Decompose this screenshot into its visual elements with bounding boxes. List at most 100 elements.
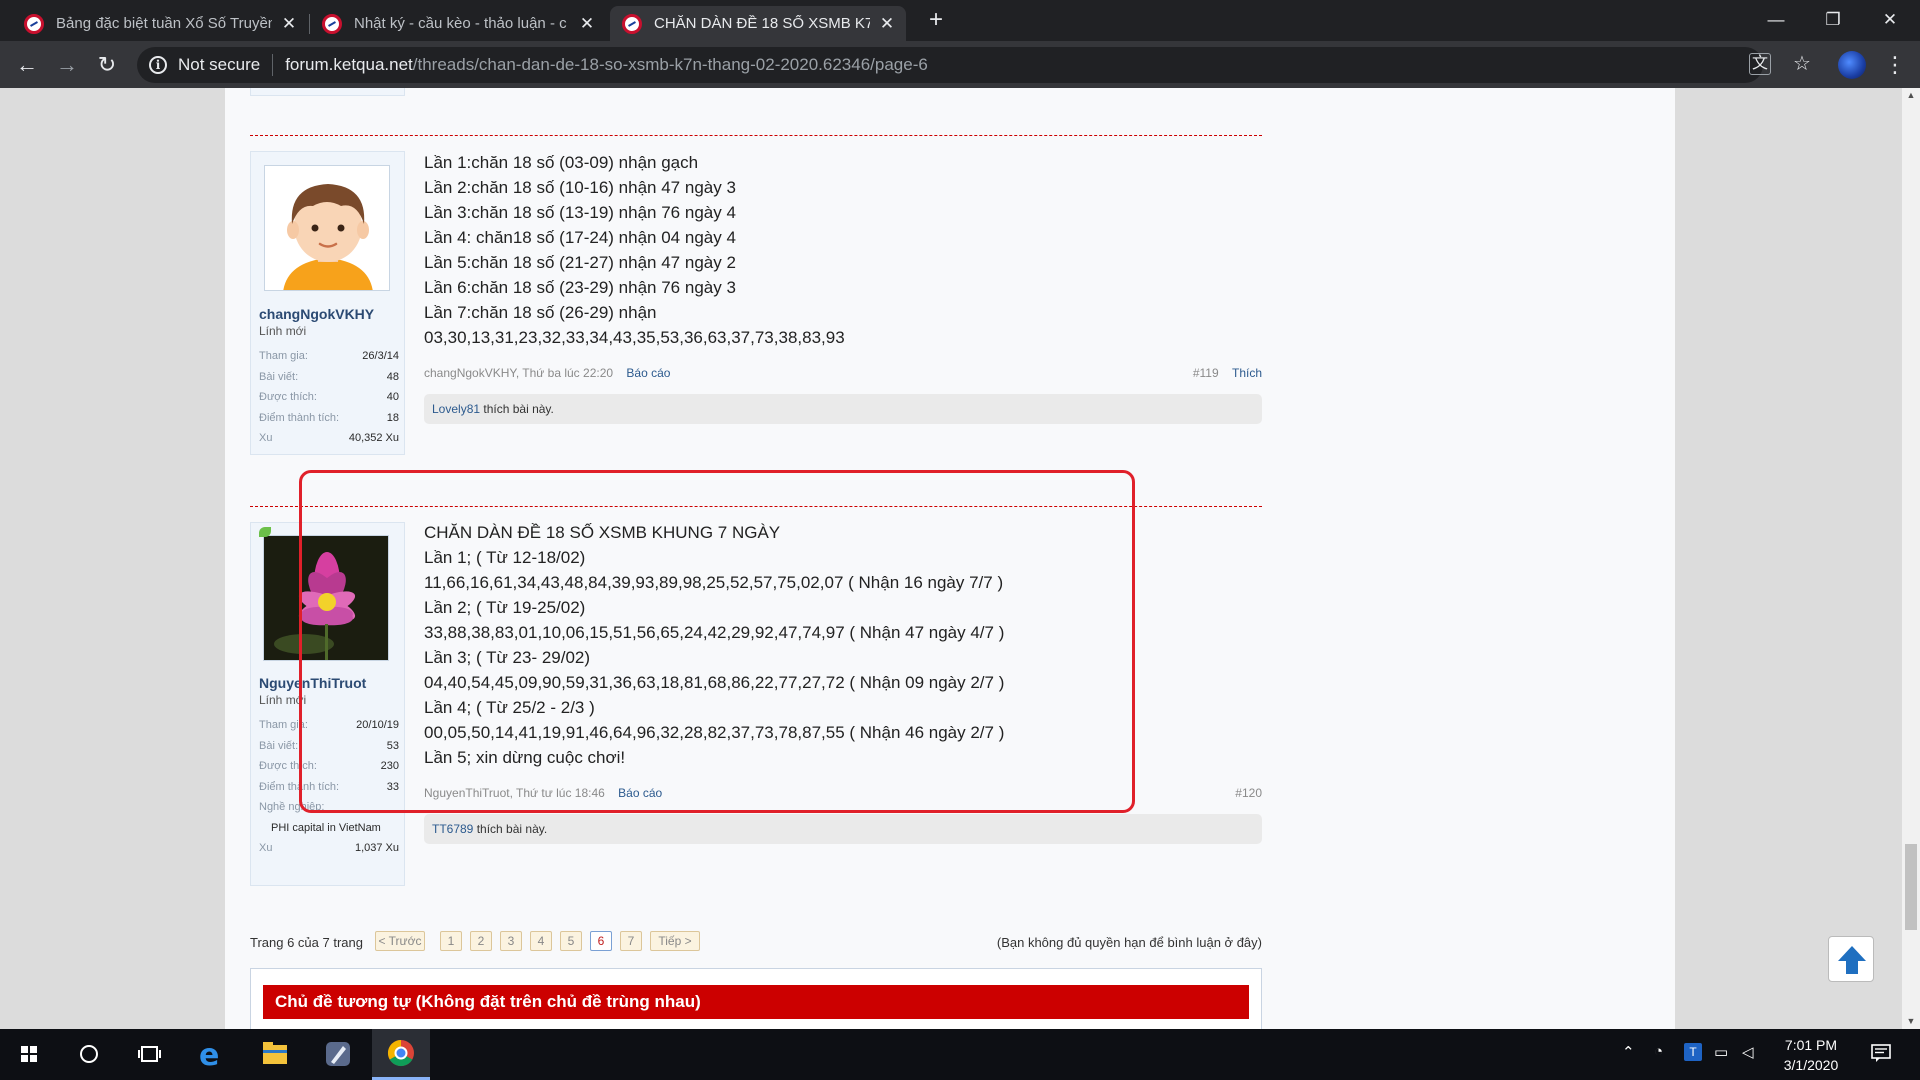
scroll-up-icon[interactable]: ▲ bbox=[1902, 90, 1920, 100]
notifications-icon[interactable] bbox=[1870, 1042, 1892, 1068]
prev-page-button[interactable]: < Trước bbox=[375, 931, 425, 951]
task-view-icon[interactable] bbox=[120, 1029, 178, 1080]
star-icon[interactable]: ☆ bbox=[1789, 51, 1815, 77]
stat-label: Điểm thành tích: bbox=[259, 411, 340, 424]
translate-icon[interactable]: 文 bbox=[1749, 53, 1771, 75]
post-author-time[interactable]: changNgokVKHY, Thứ ba lúc 22:20 bbox=[424, 366, 613, 380]
menu-icon[interactable]: ⋮ bbox=[1884, 51, 1906, 79]
user-title: Lính mới bbox=[259, 693, 307, 707]
tab-title: Nhật ký - cầu kèo - thảo luận - c bbox=[354, 15, 567, 32]
avatar[interactable] bbox=[264, 165, 390, 291]
stat-row: Nghề nghiệp: bbox=[259, 798, 399, 819]
stat-value: 20/10/19 bbox=[356, 719, 399, 731]
maximize-button[interactable]: ❐ bbox=[1805, 0, 1861, 40]
permission-note: (Bạn không đủ quyền hạn để bình luận ở đ… bbox=[996, 935, 1262, 950]
page-button[interactable]: 3 bbox=[500, 931, 522, 951]
stat-label: Bài viết: bbox=[259, 739, 299, 752]
chrome-icon[interactable] bbox=[372, 1029, 430, 1080]
search-icon bbox=[80, 1045, 98, 1063]
current-page-button[interactable]: 6 bbox=[590, 931, 612, 951]
post-meta: NguyenThiTruot, Thứ tư lúc 18:46 Báo cáo… bbox=[424, 786, 1262, 800]
edge-icon[interactable]: e bbox=[183, 1029, 241, 1080]
clock-date: 3/1/2020 bbox=[1783, 1057, 1839, 1073]
liker-link[interactable]: TT6789 bbox=[432, 822, 473, 836]
tray-chevron-icon[interactable]: ⌃ bbox=[1622, 1043, 1635, 1061]
user-name-link[interactable]: NguyenThiTruot bbox=[259, 675, 366, 691]
battery-icon[interactable]: ▭ bbox=[1714, 1043, 1728, 1061]
stat-value: 230 bbox=[380, 760, 399, 772]
volume-icon[interactable]: ◁ bbox=[1742, 1043, 1754, 1061]
stat-row: Bài viết: 53 bbox=[259, 737, 399, 758]
post-line: 04,40,54,45,09,90,59,31,36,63,18,81,68,8… bbox=[424, 673, 1005, 692]
page-count-label: Trang 6 của 7 trang bbox=[250, 935, 363, 950]
info-icon[interactable]: i bbox=[149, 56, 167, 74]
liker-link[interactable]: Lovely81 bbox=[432, 402, 480, 416]
stat-row: PHI capital in VietNam bbox=[259, 819, 399, 840]
security-status[interactable]: Not secure bbox=[178, 55, 260, 75]
reload-button[interactable]: ↻ bbox=[91, 49, 123, 81]
search-circle-icon[interactable] bbox=[60, 1029, 118, 1080]
post-meta-right: #119 Thích bbox=[1193, 366, 1262, 380]
post-line: 03,30,13,31,23,32,33,34,43,35,53,36,63,3… bbox=[424, 328, 845, 347]
lotus-avatar-icon bbox=[264, 536, 388, 660]
post-line: Lần 1:chăn 18 số (03-09) nhận gạch bbox=[424, 153, 699, 172]
post-meta: changNgokVKHY, Thứ ba lúc 22:20 Báo cáo … bbox=[424, 366, 1262, 380]
report-link[interactable]: Báo cáo bbox=[618, 786, 662, 800]
app-icon[interactable] bbox=[309, 1029, 367, 1080]
back-to-top-button[interactable] bbox=[1828, 936, 1874, 982]
user-info-panel: changNgokVKHY Lính mới Tham gia: 26/3/14 … bbox=[250, 151, 405, 455]
address-bar[interactable]: i Not secure forum.ketqua.net/threads/ch… bbox=[137, 47, 1763, 83]
report-link[interactable]: Báo cáo bbox=[626, 366, 670, 380]
page-button[interactable]: 5 bbox=[560, 931, 582, 951]
next-page-button[interactable]: Tiếp > bbox=[650, 931, 700, 951]
tab-close-icon[interactable]: ✕ bbox=[578, 14, 596, 34]
tab-2-active[interactable]: CHĂN DÀN ĐỀ 18 SỐ XSMB K7N ✕ bbox=[610, 6, 906, 41]
post-number[interactable]: #119 bbox=[1193, 366, 1219, 380]
minimize-button[interactable]: — bbox=[1748, 0, 1804, 40]
post-number[interactable]: #120 bbox=[1235, 786, 1262, 800]
windows-start-icon[interactable] bbox=[0, 1029, 58, 1080]
tray-app-icon[interactable]: T bbox=[1684, 1043, 1702, 1061]
stat-row: Xu 40,352 Xu bbox=[259, 429, 399, 450]
tab-close-icon[interactable]: ✕ bbox=[280, 14, 298, 34]
forward-button[interactable]: → bbox=[51, 49, 83, 81]
userbox-remnant bbox=[250, 88, 405, 96]
page-button[interactable]: 2 bbox=[470, 931, 492, 951]
like-link[interactable]: Thích bbox=[1232, 366, 1262, 380]
browser-toolbar: ← → ↻ i Not secure forum.ketqua.net/thre… bbox=[0, 41, 1920, 88]
stat-value: 48 bbox=[386, 370, 399, 383]
post-author-time[interactable]: NguyenThiTruot, Thứ tư lúc 18:46 bbox=[424, 786, 605, 800]
user-stats: Tham gia: 26/3/14 Bài viết: 48 Được thích:… bbox=[259, 347, 399, 450]
likes-text: thích bài này. bbox=[480, 402, 554, 416]
scrollbar-thumb[interactable] bbox=[1905, 844, 1917, 930]
tab-close-icon[interactable]: ✕ bbox=[878, 14, 896, 34]
tab-1[interactable]: Nhật ký - cầu kèo - thảo luận - c ✕ bbox=[310, 6, 606, 41]
scroll-down-icon[interactable]: ▼ bbox=[1902, 1016, 1920, 1026]
file-explorer-icon[interactable] bbox=[246, 1029, 304, 1080]
post-message: CHĂN DÀN ĐỀ 18 SỐ XSMB KHUNG 7 NGÀY Lần … bbox=[424, 520, 1004, 770]
new-tab-button[interactable]: + bbox=[922, 6, 950, 34]
page-button[interactable]: 4 bbox=[530, 931, 552, 951]
network-icon[interactable]: ◔ bbox=[1654, 1043, 1663, 1060]
url-path[interactable]: /threads/chan-dan-de-18-so-xsmb-k7n-than… bbox=[413, 55, 928, 75]
back-button[interactable]: ← bbox=[11, 49, 43, 81]
post-line: Lần 3; ( Từ 23- 29/02) bbox=[424, 648, 591, 667]
page-button[interactable]: 7 bbox=[620, 931, 642, 951]
stat-row: Tham gia: 20/10/19 bbox=[259, 716, 399, 737]
user-info-panel: NguyenThiTruot Lính mới Tham gia: 20/10/1… bbox=[250, 522, 405, 886]
post-line: Lần 2; ( Từ 19-25/02) bbox=[424, 598, 586, 617]
avatar[interactable] bbox=[263, 535, 389, 661]
close-window-button[interactable]: ✕ bbox=[1862, 0, 1918, 40]
page-viewport: changNgokVKHY Lính mới Tham gia: 26/3/14 … bbox=[0, 88, 1902, 1029]
tab-0[interactable]: Bảng đặc biệt tuần Xổ Số Truyền ✕ bbox=[12, 6, 308, 41]
profile-avatar[interactable] bbox=[1838, 51, 1866, 79]
windows-logo-icon bbox=[21, 1046, 37, 1062]
url-host[interactable]: forum.ketqua.net bbox=[285, 55, 413, 75]
post-line: Lần 4: chăn18 số (17-24) nhận 04 ngày 4 bbox=[424, 228, 736, 247]
vertical-scrollbar[interactable]: ▲ ▼ bbox=[1902, 88, 1920, 1029]
page-button[interactable]: 1 bbox=[440, 931, 462, 951]
stat-row: Điểm thành tích: 18 bbox=[259, 409, 399, 430]
user-name-link[interactable]: changNgokVKHY bbox=[259, 306, 374, 322]
action-center-icon bbox=[1871, 1044, 1891, 1062]
clock[interactable]: 7:01 PM 3/1/2020 bbox=[1770, 1035, 1852, 1075]
